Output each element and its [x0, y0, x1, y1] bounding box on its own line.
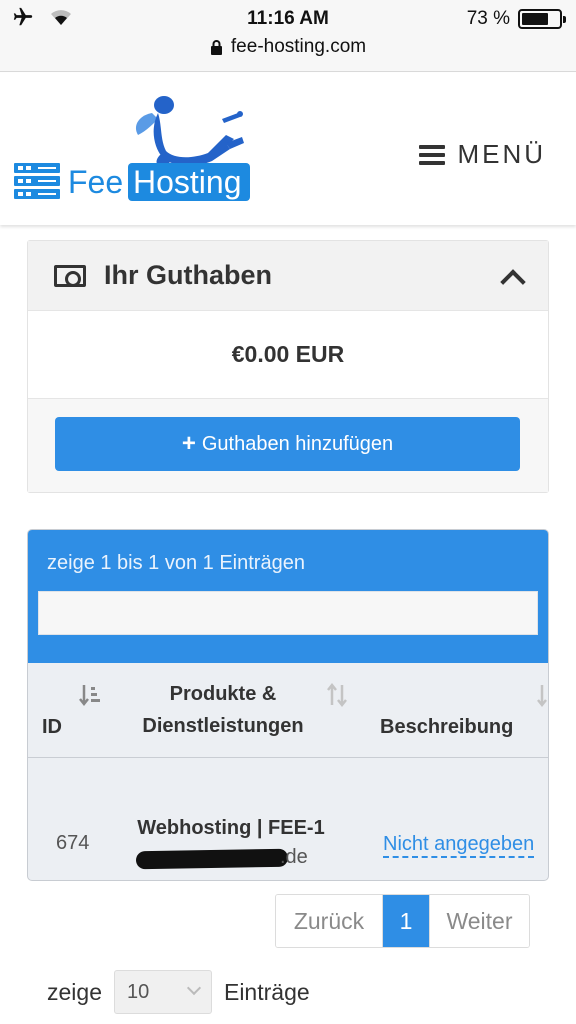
- status-bar: 11:16 AM 73 % fee-hosting.com: [0, 0, 576, 72]
- table-columns: ID Produkte & Dienstleistungen Beschreib…: [28, 663, 548, 758]
- credit-panel-footer: + Guthaben hinzufügen: [28, 399, 548, 492]
- cell-product[interactable]: Webhosting | FEE-1 .de: [128, 817, 334, 872]
- money-icon: [54, 264, 86, 287]
- sort-desc-icon[interactable]: [79, 683, 101, 707]
- url-bar[interactable]: fee-hosting.com: [0, 36, 576, 58]
- length-suffix: Einträge: [223, 978, 310, 1005]
- table-header: zeige 1 bis 1 von 1 Einträgen: [28, 530, 548, 663]
- pagination: Zurück 1 Weiter: [275, 894, 530, 948]
- pagination-prev-button[interactable]: Zurück: [276, 895, 383, 947]
- page-length-select[interactable]: 10: [113, 970, 212, 1014]
- column-products-line1: Produkte &: [169, 683, 277, 705]
- add-credit-label: Guthaben hinzufügen: [201, 432, 394, 455]
- length-prefix: zeige: [47, 978, 102, 1005]
- logo-text-fee: Fee: [68, 164, 123, 200]
- page-length-value: 10: [126, 980, 150, 1003]
- credit-title: Ihr Guthaben: [104, 260, 272, 290]
- logo-graphic: Fee Hosting: [14, 96, 250, 201]
- sort-icon-cut[interactable]: [536, 683, 549, 707]
- sort-both-icon[interactable]: [326, 683, 348, 707]
- cell-id: 674: [56, 832, 90, 854]
- battery-icon: [518, 9, 566, 29]
- column-products[interactable]: Produkte & Dienstleistungen: [128, 678, 318, 742]
- lock-icon: [210, 39, 222, 55]
- table-search-input[interactable]: [38, 591, 538, 635]
- column-id[interactable]: ID: [42, 711, 62, 743]
- description-link[interactable]: Nicht angegeben: [383, 832, 535, 858]
- chevron-up-icon[interactable]: [500, 265, 522, 287]
- credit-panel-header[interactable]: Ihr Guthaben: [28, 241, 548, 311]
- table-row[interactable]: 674 Webhosting | FEE-1 .de Nicht angegeb…: [28, 758, 548, 880]
- domain-suffix: .de: [280, 846, 308, 868]
- url-text: fee-hosting.com: [230, 36, 367, 57]
- status-right: 73 %: [466, 8, 566, 30]
- product-domain: .de: [128, 846, 334, 872]
- credit-panel: Ihr Guthaben €0.00 EUR + Guthaben hinzuf…: [27, 240, 549, 493]
- fee-hosting-logo[interactable]: Fee Hosting: [12, 95, 252, 207]
- site-header: Fee Hosting MENÜ: [0, 73, 576, 225]
- redacted-scribble: [135, 848, 289, 870]
- page-length: zeige 10 Einträge: [47, 970, 310, 1014]
- logo-text-hosting: Hosting: [133, 164, 242, 200]
- pagination-page-1[interactable]: 1: [383, 895, 429, 947]
- hamburger-icon: [419, 144, 446, 165]
- add-credit-button[interactable]: + Guthaben hinzufügen: [55, 417, 520, 471]
- chevron-down-icon: [186, 980, 202, 996]
- plus-icon: +: [181, 430, 196, 457]
- table-info: zeige 1 bis 1 von 1 Einträgen: [47, 552, 305, 574]
- credit-amount: €0.00 EUR: [28, 311, 548, 399]
- column-products-line2: Dienstleistungen: [142, 715, 304, 737]
- battery-percent: 73 %: [466, 8, 510, 29]
- menu-label: MENÜ: [457, 139, 546, 169]
- services-table: zeige 1 bis 1 von 1 Einträgen ID Produkt…: [27, 529, 549, 881]
- menu-button[interactable]: MENÜ: [419, 139, 546, 170]
- pagination-next-button[interactable]: Weiter: [429, 895, 529, 947]
- product-name: Webhosting | FEE-1: [137, 817, 325, 839]
- column-description[interactable]: Beschreibung: [380, 711, 513, 743]
